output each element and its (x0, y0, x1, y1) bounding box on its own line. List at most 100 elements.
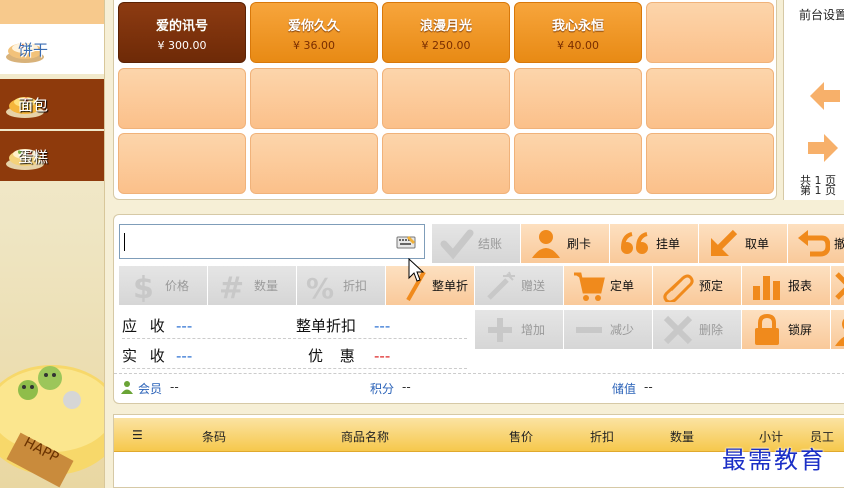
current-page-text: 第 1 页 (800, 184, 836, 197)
product-tile[interactable]: 我心永恒 ¥ 40.00 (514, 2, 642, 63)
quote-icon (621, 231, 648, 254)
bar-chart-icon (753, 275, 780, 300)
close-icon (835, 271, 844, 300)
plus-icon (488, 317, 512, 342)
page-nav-panel: 前台设置 共 1 页 第 1 页 (783, 0, 844, 200)
button-label: 整单折 (432, 279, 469, 293)
sidebar-item-bread[interactable]: 面包 (0, 79, 104, 129)
arrow-down-left-icon (711, 229, 738, 256)
page-indicator: 共 1 页 第 1 页 (800, 175, 836, 197)
arrow-right-icon[interactable] (806, 130, 842, 166)
stored-value-label: 储值 (612, 382, 637, 396)
decrease-button[interactable]: 减少 (564, 310, 653, 349)
barcode-search-input[interactable] (119, 224, 425, 259)
increase-button[interactable]: 增加 (475, 310, 564, 349)
empty-product-slot (514, 68, 642, 129)
retrieve-order-button[interactable]: 取单 (699, 224, 788, 263)
member-info-row: 会员 -- 积分 -- 储值 -- (114, 373, 844, 399)
button-label: 折扣 (343, 279, 368, 293)
gift-button[interactable]: 赠送 (475, 266, 564, 305)
button-label: 取单 (745, 237, 770, 251)
empty-product-slot (118, 68, 246, 129)
sidebar-top-strip (0, 0, 104, 24)
category-sidebar: 饼干 面包 蛋糕 HAPP (0, 0, 105, 488)
button-label: 挂单 (656, 237, 681, 251)
button-label: 赠送 (521, 279, 546, 293)
column-header-product-name: 商品名称 (341, 430, 390, 444)
delete-button[interactable]: 删除 (653, 310, 742, 349)
svg-text:#: # (219, 271, 244, 302)
reservation-button[interactable]: 预定 (653, 266, 742, 305)
text-caret (124, 233, 125, 251)
user-button[interactable] (831, 310, 844, 349)
button-label: 结账 (478, 237, 503, 251)
sidebar-item-cake[interactable]: 蛋糕 (0, 131, 104, 181)
button-label: 价格 (165, 279, 190, 293)
svg-text:%: % (306, 272, 334, 302)
product-tile[interactable]: 浪漫月光 ¥ 250.00 (382, 2, 510, 63)
sidebar-item-biscuits[interactable]: 饼干 (0, 24, 104, 74)
place-order-button[interactable]: 定单 (564, 266, 653, 305)
mouse-cursor-icon (408, 258, 424, 282)
close-button[interactable] (831, 266, 844, 305)
sidebar-item-label: 饼干 (18, 40, 49, 59)
percent-icon: % (306, 272, 334, 302)
minus-icon (576, 326, 602, 333)
undo-button[interactable]: 撤 (788, 224, 844, 263)
button-label: 锁屏 (788, 323, 813, 337)
member-card-icon (532, 229, 560, 258)
empty-product-slot (382, 68, 510, 129)
check-icon (440, 229, 474, 259)
paid-value: --- (176, 346, 193, 365)
discount-button[interactable]: % 折扣 (297, 266, 386, 305)
swipe-card-button[interactable]: 刷卡 (521, 224, 610, 263)
product-price: ¥ 36.00 (293, 39, 335, 52)
column-header-barcode: 条码 (202, 430, 227, 444)
order-toolbar-panel: 结账 刷卡 挂单 取单 撤 $ 价格 # 数量 % 折扣 整单折 赠送 定单 预… (113, 214, 844, 404)
hold-order-button[interactable]: 挂单 (610, 224, 699, 263)
keyboard-icon[interactable] (396, 235, 416, 250)
report-button[interactable]: 报表 (742, 266, 831, 305)
product-tile[interactable]: 爱你久久 ¥ 36.00 (250, 2, 378, 63)
user-icon (835, 318, 844, 346)
product-price: ¥ 250.00 (421, 39, 471, 52)
arrow-left-icon[interactable] (806, 78, 842, 114)
paid-label: 实 收 (122, 347, 169, 365)
coupon-value: --- (374, 346, 391, 365)
empty-product-slot (382, 133, 510, 194)
empty-product-slot (646, 133, 774, 194)
empty-product-slot (250, 68, 378, 129)
front-desk-settings-link[interactable]: 前台设置 (799, 6, 844, 23)
order-discount-label: 整单折扣 (296, 317, 357, 335)
product-price: ¥ 40.00 (557, 39, 599, 52)
quantity-button[interactable]: # 数量 (208, 266, 297, 305)
product-price: ¥ 300.00 (157, 39, 207, 52)
delete-x-icon (663, 315, 693, 344)
button-label: 定单 (610, 279, 635, 293)
column-header-discount: 折扣 (590, 430, 615, 444)
empty-product-slot (250, 133, 378, 194)
column-header-menu[interactable]: ☰ (132, 428, 143, 442)
lock-icon (755, 313, 779, 345)
product-name: 爱的讯号 (155, 19, 208, 34)
product-name: 我心永恒 (551, 19, 604, 34)
button-label: 数量 (254, 279, 279, 293)
paperclip-icon (663, 274, 694, 302)
price-button[interactable]: $ 价格 (119, 266, 208, 305)
empty-product-slot (646, 68, 774, 129)
stored-value-value: -- (644, 380, 653, 394)
lock-screen-button[interactable]: 锁屏 (742, 310, 831, 349)
product-tile[interactable]: 爱的讯号 ¥ 300.00 (118, 2, 246, 63)
order-discount-button[interactable]: 整单折 (386, 266, 475, 305)
button-label: 减少 (610, 323, 635, 337)
member-icon (121, 381, 133, 394)
empty-product-slot (118, 133, 246, 194)
member-value: -- (170, 380, 179, 394)
empty-product-slot (514, 133, 642, 194)
undo-icon (798, 229, 830, 256)
receivable-row: 应 收 --- 整单折扣 --- (122, 313, 467, 339)
checkout-button[interactable]: 结账 (432, 224, 521, 263)
points-label: 积分 (370, 382, 395, 396)
sidebar-item-label: 面包 (18, 95, 49, 114)
button-label: 预定 (699, 279, 724, 293)
